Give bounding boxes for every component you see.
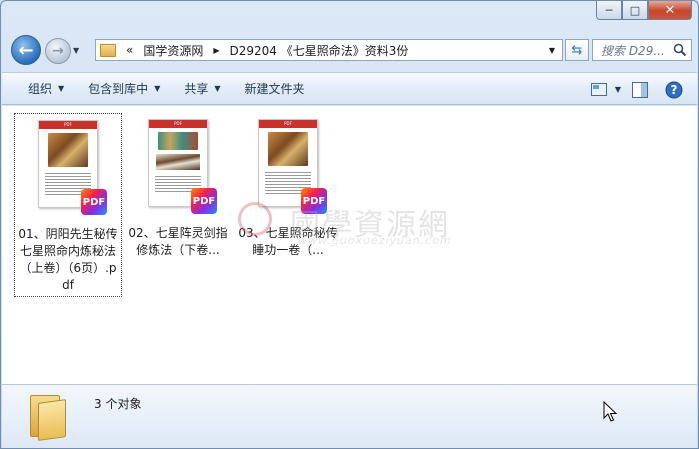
explorer-window: ─ □ ✕ ← → ▼ « 国学资源网 ▶ D29204 《七星照命法》资料3份… xyxy=(0,0,699,449)
refresh-button[interactable]: ⇆ xyxy=(565,39,589,61)
recent-pages-dropdown[interactable]: ▼ xyxy=(73,46,79,55)
breadcrumb-overflow[interactable]: « xyxy=(126,43,133,57)
navigation-bar: ← → ▼ « 国学资源网 ▶ D29204 《七星照命法》资料3份 ▼ ⇆ 搜… xyxy=(9,33,692,65)
pdf-icon: PDF xyxy=(301,188,327,214)
share-label: 共享 xyxy=(184,82,209,96)
back-button[interactable]: ← xyxy=(11,35,41,65)
caption-buttons: ─ □ ✕ xyxy=(596,1,692,23)
file-name[interactable]: 01、阴阳先生秘传七星照命内炼秘法（上卷）（6页）.pdf xyxy=(15,226,121,296)
thumbnail-illustration xyxy=(158,132,198,150)
thumbnail-illustration xyxy=(268,132,308,166)
minimize-button[interactable]: ─ xyxy=(596,1,622,20)
include-in-library-menu[interactable]: 包含到库中 ▼ xyxy=(76,80,172,97)
chevron-down-icon[interactable]: ▼ xyxy=(615,85,621,94)
mouse-cursor-icon xyxy=(603,401,617,422)
pdf-header: PDF xyxy=(259,120,317,128)
thumbnail-illustration xyxy=(156,154,200,170)
file-item[interactable]: PDF PDF 03、七星照命秘传睡功一卷（... xyxy=(234,113,342,261)
pdf-thumbnail: PDF PDF xyxy=(148,119,217,214)
pdf-thumbnail: PDF PDF xyxy=(258,119,327,214)
help-button[interactable]: ? xyxy=(657,78,691,102)
breadcrumb: « 国学资源网 ▶ D29204 《七星照命法》资料3份 xyxy=(126,42,408,59)
pdf-thumbnail: PDF PDF xyxy=(38,120,107,215)
toolbar-right: ▼ ? xyxy=(589,73,691,106)
forward-button[interactable]: → xyxy=(45,38,71,64)
refresh-icon: ⇆ xyxy=(571,42,583,58)
forward-arrow-icon: → xyxy=(52,43,64,59)
thumbnail-illustration xyxy=(48,133,88,167)
search-box[interactable]: 搜索 D29... xyxy=(592,39,692,61)
file-item[interactable]: PDF PDF 01、阴阳先生秘传七星照命内炼秘法（上卷）（6页）.pdf xyxy=(14,113,122,297)
breadcrumb-item-site[interactable]: 国学资源网 xyxy=(143,42,203,59)
details-pane: 3 个对象 xyxy=(2,384,697,448)
item-count: 3 个对象 xyxy=(94,397,142,411)
new-folder-button[interactable]: 新建文件夹 xyxy=(233,80,317,97)
organize-label: 组织 xyxy=(28,82,53,96)
new-folder-label: 新建文件夹 xyxy=(244,82,305,96)
file-item[interactable]: PDF PDF 02、七星阵灵剑指修炼法（下卷... xyxy=(124,113,232,261)
back-arrow-icon: ← xyxy=(18,39,34,61)
help-icon: ? xyxy=(665,81,683,98)
pdf-icon: PDF xyxy=(191,188,217,214)
svg-text:?: ? xyxy=(671,83,678,97)
pdf-header: PDF xyxy=(39,121,97,129)
address-bar[interactable]: « 国学资源网 ▶ D29204 《七星照命法》资料3份 ▼ xyxy=(95,39,563,61)
folder-icon xyxy=(30,391,66,441)
preview-pane-icon xyxy=(632,81,648,98)
chevron-down-icon: ▼ xyxy=(58,84,65,93)
organize-menu[interactable]: 组织 ▼ xyxy=(2,80,76,97)
chevron-down-icon: ▼ xyxy=(214,84,221,93)
view-icon xyxy=(590,83,607,96)
change-view-button[interactable]: ▼ xyxy=(589,78,623,102)
pdf-header: PDF xyxy=(149,120,207,128)
pdf-icon: PDF xyxy=(81,189,107,215)
file-name[interactable]: 03、七星照命秘传睡功一卷（... xyxy=(234,225,342,261)
share-menu[interactable]: 共享 ▼ xyxy=(172,80,232,97)
search-input[interactable]: 搜索 D29... xyxy=(601,42,673,59)
folder-icon xyxy=(100,43,116,57)
preview-pane-button[interactable] xyxy=(623,78,657,102)
breadcrumb-item-folder[interactable]: D29204 《七星照命法》资料3份 xyxy=(230,42,409,59)
file-list[interactable]: PDF PDF 01、阴阳先生秘传七星照命内炼秘法（上卷）（6页）.pdf PD… xyxy=(2,106,697,384)
maximize-button[interactable]: □ xyxy=(622,1,648,20)
close-button[interactable]: ✕ xyxy=(648,1,692,20)
breadcrumb-separator-icon[interactable]: ▶ xyxy=(213,46,219,55)
command-bar: 组织 ▼ 包含到库中 ▼ 共享 ▼ 新建文件夹 ▼ ? xyxy=(2,72,697,105)
file-name[interactable]: 02、七星阵灵剑指修炼法（下卷... xyxy=(124,225,232,261)
search-icon[interactable] xyxy=(673,43,687,57)
address-dropdown-button[interactable]: ▼ xyxy=(542,40,562,60)
chevron-down-icon: ▼ xyxy=(154,84,161,93)
include-in-library-label: 包含到库中 xyxy=(88,82,149,96)
